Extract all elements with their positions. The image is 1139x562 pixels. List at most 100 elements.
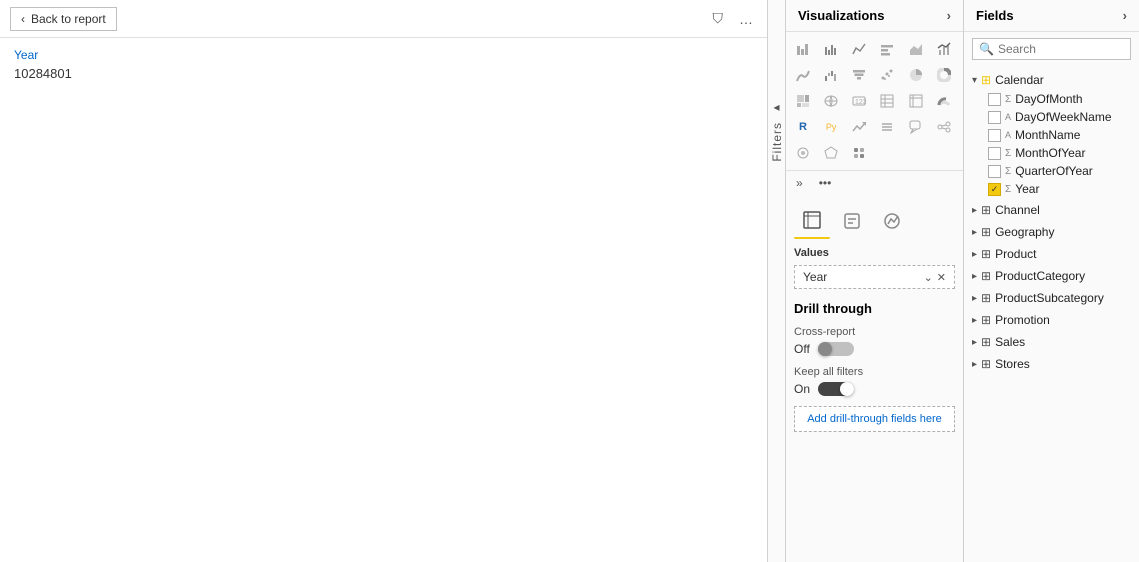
- keep-filters-toggle[interactable]: [818, 382, 854, 396]
- productsubcategory-chevron-icon: ▸: [972, 293, 977, 304]
- product-chevron-icon: ▸: [972, 249, 977, 260]
- viz-ai-decomp-icon[interactable]: [931, 114, 957, 140]
- values-field: Year ⌄ ✕: [794, 265, 955, 289]
- cross-report-toggle[interactable]: [818, 342, 854, 356]
- viz-ribbon-chart-icon[interactable]: [790, 62, 816, 88]
- tree-group-stores-header[interactable]: ▸ ⊞ Stores: [964, 354, 1139, 374]
- dayofweekname-checkbox[interactable]: [988, 111, 1001, 124]
- sigma-icon-dayofmonth: Σ: [1005, 94, 1011, 105]
- promotion-table-icon: ⊞: [981, 313, 991, 327]
- viz-funnel-icon[interactable]: [846, 62, 872, 88]
- fields-panel-expand-icon[interactable]: ›: [1123, 8, 1127, 23]
- tree-item-year[interactable]: ✓ Σ Year: [980, 180, 1139, 198]
- tree-group-promotion-header[interactable]: ▸ ⊞ Promotion: [964, 310, 1139, 330]
- viz-bar-chart-icon[interactable]: [874, 36, 900, 62]
- tree-group-geography-header[interactable]: ▸ ⊞ Geography: [964, 222, 1139, 242]
- tree-group-productsubcategory-header[interactable]: ▸ ⊞ ProductSubcategory: [964, 288, 1139, 308]
- viz-tab-format[interactable]: [834, 203, 870, 239]
- filters-panel[interactable]: ◂ Filters: [768, 0, 786, 562]
- back-to-report-button[interactable]: ‹ Back to report: [10, 7, 117, 31]
- keep-filters-thumb: [840, 382, 854, 396]
- values-field-controls: ⌄ ✕: [924, 271, 946, 284]
- sales-label: Sales: [995, 335, 1025, 349]
- more-options-icon[interactable]: …: [735, 9, 757, 29]
- tree-group-geography: ▸ ⊞ Geography: [964, 222, 1139, 242]
- canvas-content: Year 10284801: [0, 38, 767, 562]
- calendar-label: Calendar: [995, 73, 1044, 87]
- viz-scatter-icon[interactable]: [874, 62, 900, 88]
- channel-chevron-icon: ▸: [972, 205, 977, 216]
- viz-line-chart-icon[interactable]: [846, 36, 872, 62]
- viz-donut-icon[interactable]: [931, 62, 957, 88]
- monthofyear-label: MonthOfYear: [1015, 146, 1085, 160]
- search-input[interactable]: [998, 42, 1139, 56]
- tree-item-dayofmonth[interactable]: Σ DayOfMonth: [980, 90, 1139, 108]
- filters-label: Filters: [770, 122, 784, 162]
- viz-r-icon[interactable]: R: [790, 114, 816, 140]
- dayofmonth-checkbox[interactable]: [988, 93, 1001, 106]
- product-table-icon: ⊞: [981, 247, 991, 261]
- tree-group-productcategory-header[interactable]: ▸ ⊞ ProductCategory: [964, 266, 1139, 286]
- viz-card-icon[interactable]: 123: [846, 88, 872, 114]
- back-label: Back to report: [31, 12, 106, 26]
- quarterofyear-checkbox[interactable]: [988, 165, 1001, 178]
- viz-combo-chart-icon[interactable]: [931, 36, 957, 62]
- viz-panel-expand-icon[interactable]: ›: [947, 8, 951, 23]
- monthofyear-checkbox[interactable]: [988, 147, 1001, 160]
- sigma-icon-quarterofyear: Σ: [1005, 166, 1011, 177]
- viz-matrix-icon[interactable]: [903, 88, 929, 114]
- tree-item-monthname[interactable]: A MonthName: [980, 126, 1139, 144]
- productcategory-chevron-icon: ▸: [972, 271, 977, 282]
- monthname-checkbox[interactable]: [988, 129, 1001, 142]
- viz-tab-values[interactable]: [794, 203, 830, 239]
- text-icon-dayofweekname: A: [1005, 112, 1011, 122]
- values-section-label: Values: [794, 247, 955, 259]
- monthname-label: MonthName: [1015, 128, 1080, 142]
- tree-group-sales: ▸ ⊞ Sales: [964, 332, 1139, 352]
- tree-item-monthofyear[interactable]: Σ MonthOfYear: [980, 144, 1139, 162]
- main-canvas: ‹ Back to report ⛉ … Year 10284801: [0, 0, 768, 562]
- viz-table-icon[interactable]: [874, 88, 900, 114]
- viz-pie-chart-icon[interactable]: [903, 62, 929, 88]
- viz-icons-grid: 123 R Py: [786, 32, 963, 171]
- tree-group-sales-header[interactable]: ▸ ⊞ Sales: [964, 332, 1139, 352]
- viz-slicer-icon[interactable]: [874, 114, 900, 140]
- productsubcategory-label: ProductSubcategory: [995, 291, 1104, 305]
- canvas-header: ‹ Back to report ⛉ …: [0, 0, 767, 38]
- viz-gauge-icon[interactable]: [931, 88, 957, 114]
- viz-treemap-icon[interactable]: [790, 88, 816, 114]
- tree-group-productsubcategory: ▸ ⊞ ProductSubcategory: [964, 288, 1139, 308]
- viz-waterfall-icon[interactable]: [818, 62, 844, 88]
- year-checkbox[interactable]: ✓: [988, 183, 1001, 196]
- viz-clustered-bar-icon[interactable]: [818, 36, 844, 62]
- viz-ellipsis-button[interactable]: •••: [813, 173, 838, 193]
- tree-item-quarterofyear[interactable]: Σ QuarterOfYear: [980, 162, 1139, 180]
- viz-map-icon[interactable]: [818, 88, 844, 114]
- viz-shape-map-icon[interactable]: [818, 140, 844, 166]
- add-drillthrough-field[interactable]: Add drill-through fields here: [794, 406, 955, 432]
- keep-filters-toggle-row: Keep all filters On: [794, 366, 955, 396]
- viz-kpi-icon[interactable]: [846, 114, 872, 140]
- year-label: Year: [14, 48, 753, 62]
- filter-icon[interactable]: ⛉: [709, 8, 728, 29]
- text-icon-monthname: A: [1005, 130, 1011, 140]
- viz-powerapp-icon[interactable]: [846, 140, 872, 166]
- tree-group-calendar-header[interactable]: ▾ ⊞ Calendar: [964, 70, 1139, 90]
- productcategory-table-icon: ⊞: [981, 269, 991, 283]
- field-chevron-icon[interactable]: ⌄: [924, 271, 933, 284]
- tree-group-product-header[interactable]: ▸ ⊞ Product: [964, 244, 1139, 264]
- visualizations-title: Visualizations: [798, 8, 884, 23]
- field-remove-icon[interactable]: ✕: [937, 271, 946, 284]
- cross-report-toggle-container: Off: [794, 342, 955, 356]
- add-drillthrough-link[interactable]: here: [920, 413, 942, 425]
- viz-qna-icon[interactable]: [903, 114, 929, 140]
- viz-area-chart-icon[interactable]: [903, 36, 929, 62]
- viz-python-icon[interactable]: Py: [818, 114, 844, 140]
- viz-key-influencers-icon[interactable]: [790, 140, 816, 166]
- viz-stacked-bar-icon[interactable]: [790, 36, 816, 62]
- year-label: Year: [1015, 182, 1039, 196]
- tree-item-dayofweekname[interactable]: A DayOfWeekName: [980, 108, 1139, 126]
- viz-more-button[interactable]: »: [790, 173, 809, 193]
- viz-tab-analytics[interactable]: [874, 203, 910, 239]
- tree-group-channel-header[interactable]: ▸ ⊞ Channel: [964, 200, 1139, 220]
